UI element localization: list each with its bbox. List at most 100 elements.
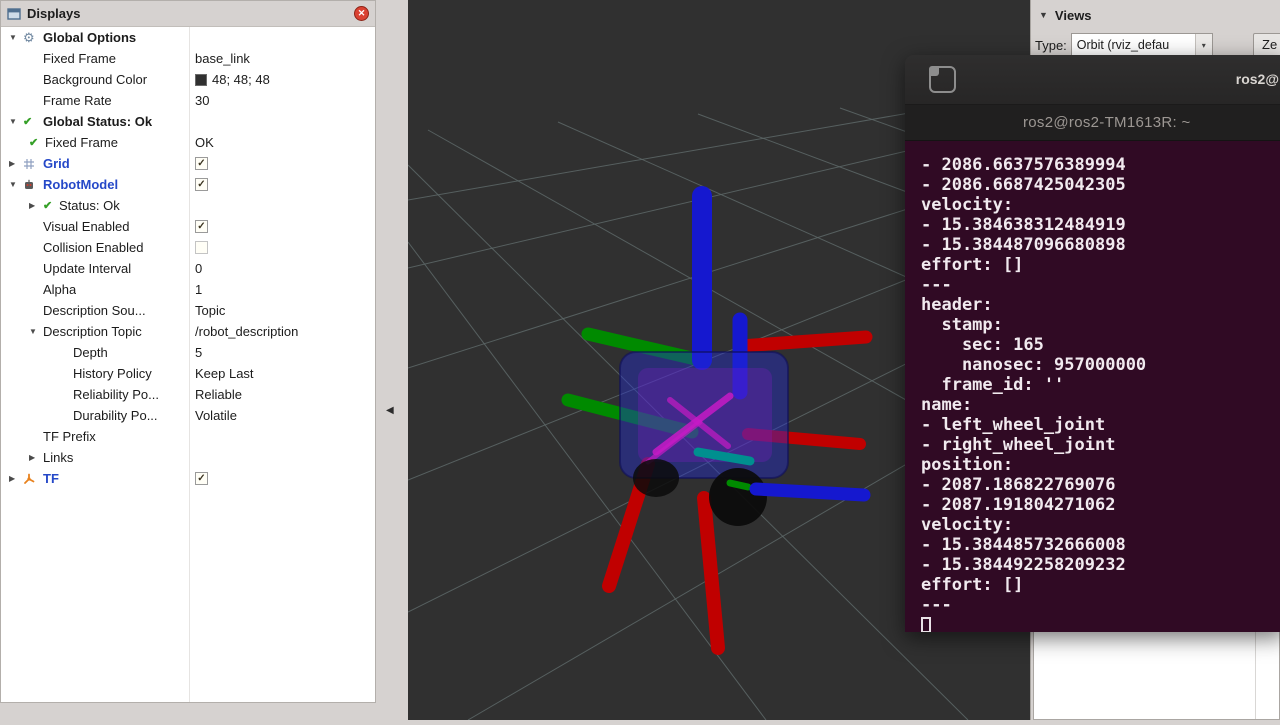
property-name-cell: ✔Fixed Frame [1,135,189,150]
display-property-row[interactable]: Frame Rate 30 [1,90,375,111]
property-value[interactable]: 30 [195,93,209,108]
checkbox-checked[interactable]: ✓ [195,157,208,170]
property-value[interactable]: Keep Last [195,366,254,381]
property-value[interactable]: OK [195,135,214,150]
expand-arrow-icon[interactable]: ▼ [9,117,23,126]
terminal-titlebar[interactable]: ros2@ [905,55,1280,105]
terminal-line: - 15.384492258209232 [921,555,1280,575]
property-name: Reliability Po... [73,387,159,402]
collapse-arrow-icon[interactable]: ▶ [9,159,23,168]
property-value[interactable]: 1 [195,282,202,297]
terminal-tab[interactable]: ros2@ros2-TM1613R: ~ [1023,114,1191,131]
terminal-line: - 15.384638312484919 [921,215,1280,235]
property-name-cell: Durability Po... [1,408,189,423]
property-value-cell: /robot_description [189,324,375,339]
panel-splitter[interactable]: ◀ [376,0,408,720]
terminal-line: - left_wheel_joint [921,415,1280,435]
property-name-cell: History Policy [1,366,189,381]
property-name-cell: ▼RobotModel [1,177,189,192]
checkbox-checked[interactable]: ✓ [195,220,208,233]
views-type-label: Type: [1035,38,1067,53]
property-icon-slot [23,473,43,485]
restore-window-icon[interactable] [929,66,956,93]
terminal-window-title: ros2@ [1236,71,1279,87]
displays-panel-titlebar[interactable]: Displays ✕ [1,1,375,27]
property-name: Grid [43,156,70,171]
property-name: Description Sou... [43,303,146,318]
expand-arrow-icon[interactable]: ▼ [29,327,43,336]
display-property-row[interactable]: ▶ Grid ✓ [1,153,375,174]
checkbox-unchecked[interactable] [195,241,208,254]
terminal-line: effort: [] [921,575,1280,595]
property-value-cell: ✓ [189,472,375,485]
terminal-body[interactable]: - 2086.6637576389994- 2086.6687425042305… [905,141,1280,632]
display-property-row[interactable]: Visual Enabled✓ [1,216,375,237]
property-value[interactable]: Reliable [195,387,242,402]
views-collapse-icon[interactable]: ▼ [1039,10,1048,20]
property-value[interactable]: 48; 48; 48 [212,72,270,87]
property-name-cell: TF Prefix [1,429,189,444]
display-property-row[interactable]: ▶TF✓ [1,468,375,489]
property-name: Depth [73,345,108,360]
view-type-dropdown[interactable]: Orbit (rviz_defau ▾ [1071,33,1213,57]
display-property-row[interactable]: TF Prefix [1,426,375,447]
terminal-cursor [921,617,931,632]
close-icon[interactable]: ✕ [354,6,369,21]
property-name-cell: Frame Rate [1,93,189,108]
property-name-cell: Depth [1,345,189,360]
property-name: Update Interval [43,261,131,276]
collapse-arrow-icon[interactable]: ◀ [386,405,394,416]
property-name-cell: ▼Description Topic [1,324,189,339]
display-property-row[interactable]: ▶✔Status: Ok [1,195,375,216]
terminal-line: - 2086.6687425042305 [921,175,1280,195]
property-value[interactable]: 0 [195,261,202,276]
display-property-row[interactable]: Description Sou... Topic [1,300,375,321]
property-name: Fixed Frame [45,135,118,150]
display-property-row[interactable]: Fixed Frame base_link [1,48,375,69]
checkbox-checked[interactable]: ✓ [195,178,208,191]
display-property-row[interactable]: Background Color48; 48; 48 [1,69,375,90]
property-value-cell: 5 [189,345,375,360]
property-name: Frame Rate [43,93,112,108]
display-property-row[interactable]: ▼⚙Global Options [1,27,375,48]
property-name-cell: ▶Links [1,450,189,465]
collapse-arrow-icon[interactable]: ▶ [9,474,23,483]
property-name: Collision Enabled [43,240,143,255]
display-property-row[interactable]: Update Interval 0 [1,258,375,279]
displays-tree: ▼⚙Global Options Fixed Frame base_link Back… [1,27,375,702]
display-property-row[interactable]: ▼Description Topic/robot_description [1,321,375,342]
display-property-row[interactable]: Durability Po... Volatile [1,405,375,426]
collapse-arrow-icon[interactable]: ▶ [29,453,43,462]
collapse-arrow-icon[interactable]: ▶ [29,201,43,210]
property-name-cell: Fixed Frame [1,51,189,66]
zero-button[interactable]: Ze [1253,33,1280,57]
display-property-row[interactable]: History Policy Keep Last [1,363,375,384]
display-property-row[interactable]: Depth 5 [1,342,375,363]
display-property-row[interactable]: Alpha1 [1,279,375,300]
display-property-row[interactable]: ▼✔Global Status: Ok [1,111,375,132]
expand-arrow-icon[interactable]: ▼ [9,33,23,42]
display-property-row[interactable]: ✔Fixed Frame OK [1,132,375,153]
expand-arrow-icon[interactable]: ▼ [9,180,23,189]
property-value[interactable]: Volatile [195,408,237,423]
terminal-line: stamp: [921,315,1280,335]
property-value[interactable]: 5 [195,345,202,360]
property-value[interactable]: base_link [195,51,250,66]
display-property-row[interactable]: ▼RobotModel ✓ [1,174,375,195]
robot-icon [23,179,35,191]
property-name: TF Prefix [43,429,96,444]
terminal-line: - 15.384485732666008 [921,535,1280,555]
views-panel-header[interactable]: ▼ Views [1031,0,1280,30]
property-value[interactable]: /robot_description [195,324,298,339]
status-ok-check-icon: ✔ [23,115,32,128]
property-value[interactable]: Topic [195,303,225,318]
display-property-row[interactable]: Collision Enabled [1,237,375,258]
display-property-row[interactable]: ▶Links [1,447,375,468]
property-value-cell: 0 [189,261,375,276]
property-value-cell: Reliable [189,387,375,402]
property-value-cell: Topic [189,303,375,318]
terminal-line: velocity: [921,195,1280,215]
property-value-cell: OK [189,135,375,150]
checkbox-checked[interactable]: ✓ [195,472,208,485]
display-property-row[interactable]: Reliability Po... Reliable [1,384,375,405]
